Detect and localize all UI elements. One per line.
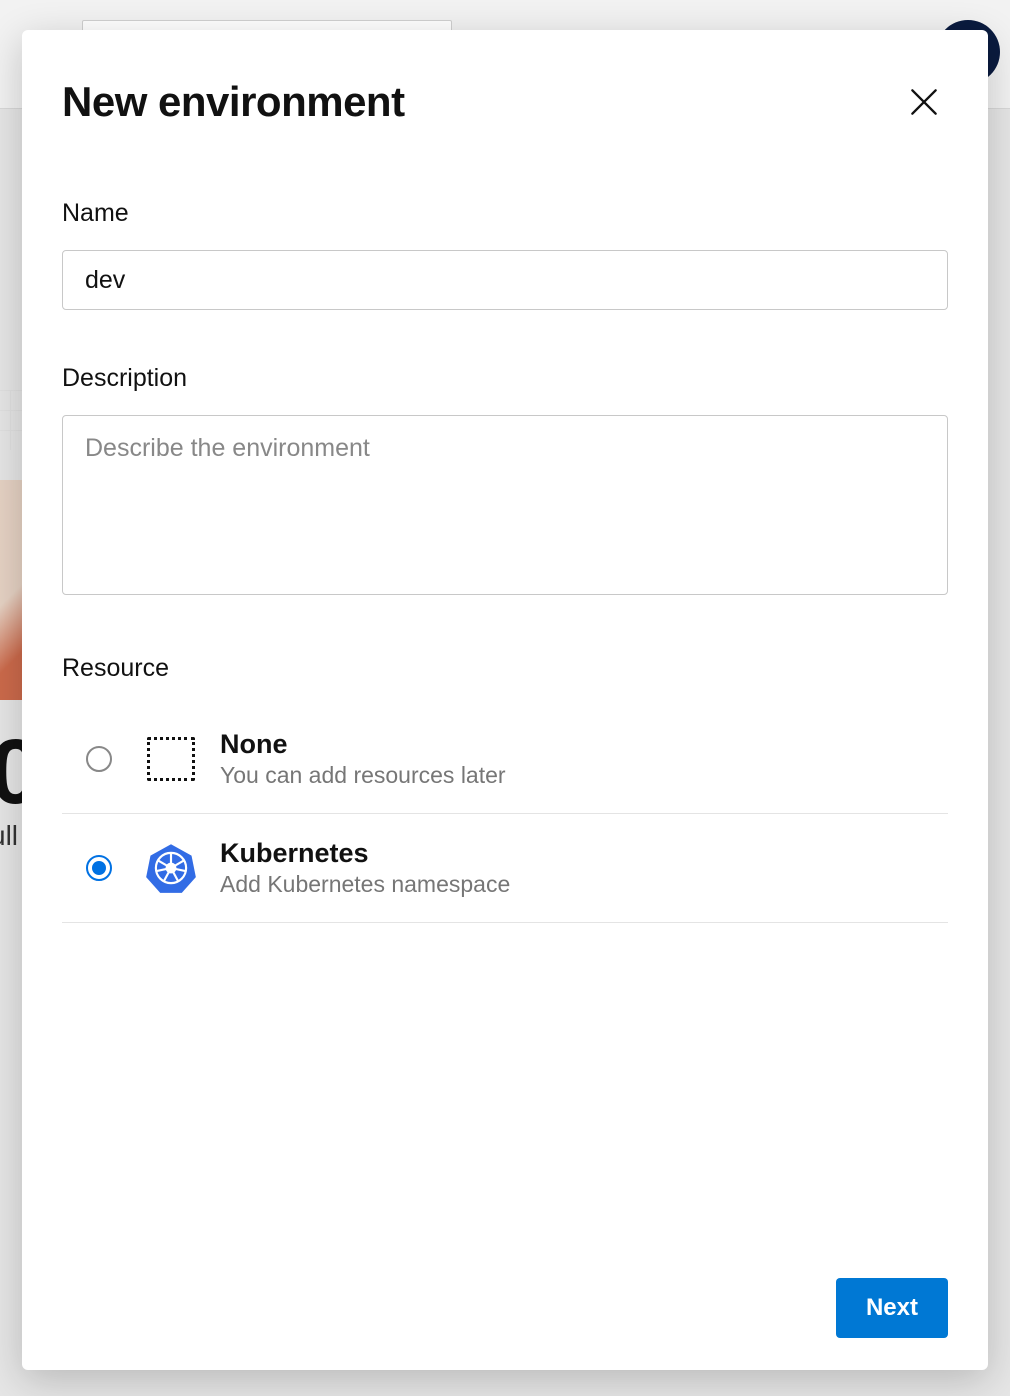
resource-subtitle: You can add resources later	[220, 762, 506, 789]
close-icon	[904, 82, 944, 122]
modal-title: New environment	[62, 78, 405, 126]
description-textarea[interactable]	[62, 415, 948, 595]
environment-form: Name Description Resource None You can a…	[62, 199, 948, 1278]
resource-text: Kubernetes Add Kubernetes namespace	[220, 838, 510, 898]
none-icon	[144, 732, 198, 786]
resource-subtitle: Add Kubernetes namespace	[220, 871, 510, 898]
resource-field-group: Resource None You can add resources late…	[62, 654, 948, 923]
name-label: Name	[62, 199, 948, 228]
resource-option-none[interactable]: None You can add resources later	[62, 705, 948, 814]
radio-kubernetes[interactable]	[86, 855, 112, 881]
description-field-group: Description	[62, 364, 948, 600]
description-label: Description	[62, 364, 948, 393]
resource-list: None You can add resources later	[62, 705, 948, 923]
modal-header: New environment	[62, 78, 948, 129]
resource-title: Kubernetes	[220, 838, 510, 869]
close-button[interactable]	[900, 78, 948, 129]
bg-text-fragment: ull	[0, 820, 18, 852]
resource-title: None	[220, 729, 506, 760]
radio-none[interactable]	[86, 746, 112, 772]
modal-footer: Next	[62, 1278, 948, 1338]
resource-label: Resource	[62, 654, 948, 683]
kubernetes-icon	[144, 841, 198, 895]
new-environment-modal: New environment Name Description Resourc…	[22, 30, 988, 1370]
next-button[interactable]: Next	[836, 1278, 948, 1338]
name-field-group: Name	[62, 199, 948, 310]
resource-text: None You can add resources later	[220, 729, 506, 789]
name-input[interactable]	[62, 250, 948, 310]
resource-option-kubernetes[interactable]: Kubernetes Add Kubernetes namespace	[62, 814, 948, 923]
